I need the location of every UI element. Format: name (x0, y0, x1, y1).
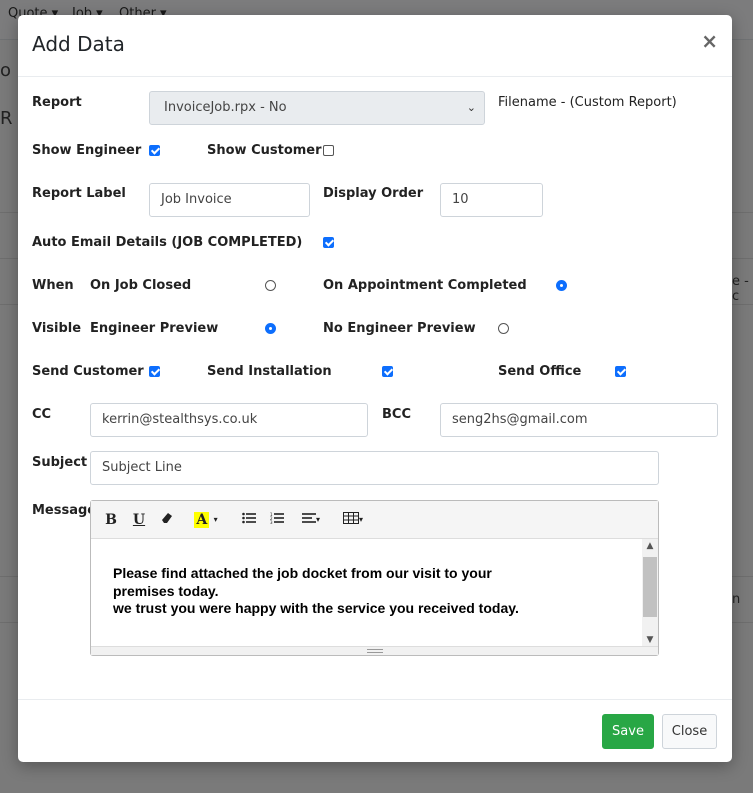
show-engineer-label: Show Engineer (32, 143, 142, 158)
message-line: we trust you were happy with the service… (113, 600, 519, 616)
editor-resize-handle[interactable] (91, 646, 658, 655)
message-line: Please find attached the job docket from… (113, 565, 492, 581)
cc-input[interactable]: kerrin@stealthsys.co.uk (90, 403, 368, 437)
send-office-checkbox[interactable] (615, 366, 626, 377)
underline-icon[interactable]: U (129, 510, 149, 530)
subject-label: Subject (32, 455, 88, 470)
bcc-input[interactable]: seng2hs@gmail.com (440, 403, 718, 437)
report-label: Report (32, 95, 82, 110)
send-customer-checkbox[interactable] (149, 366, 160, 377)
report-select[interactable]: InvoiceJob.rpx - No ⌄ (149, 91, 485, 125)
report-label-label: Report Label (32, 186, 126, 201)
message-editor: B U A ▾ 123 ▾ ▾ Please find attached the… (90, 500, 659, 656)
show-customer-label: Show Customer (207, 143, 322, 158)
show-engineer-checkbox[interactable] (149, 145, 160, 156)
close-button[interactable]: Close (662, 714, 717, 749)
visible-no-engineer-preview-label: No Engineer Preview (323, 321, 476, 336)
message-body[interactable]: Please find attached the job docket from… (91, 539, 642, 647)
when-on-job-closed-label: On Job Closed (90, 278, 192, 293)
when-on-appointment-completed-label: On Appointment Completed (323, 278, 527, 293)
scroll-up-icon[interactable]: ▲ (642, 541, 658, 551)
align-icon[interactable]: ▾ (297, 510, 325, 530)
cc-label: CC (32, 407, 52, 422)
message-scrollbar[interactable]: ▲ ▼ (642, 539, 658, 647)
show-customer-checkbox[interactable] (323, 145, 334, 156)
resize-grip-icon (367, 649, 383, 653)
visible-no-engineer-preview-radio[interactable] (498, 323, 509, 334)
editor-toolbar: B U A ▾ 123 ▾ ▾ (91, 501, 658, 539)
display-order-label: Display Order (323, 186, 424, 201)
numbered-list-icon[interactable]: 123 (267, 510, 287, 530)
modal-header: Add Data × (18, 15, 732, 77)
filename-text: Filename - (Custom Report) (498, 95, 677, 110)
message-label: Message (32, 503, 97, 518)
report-select-value: InvoiceJob.rpx - No (164, 100, 287, 115)
close-icon[interactable]: × (701, 31, 718, 51)
display-order-input[interactable]: 10 (440, 183, 543, 217)
visible-engineer-preview-label: Engineer Preview (90, 321, 219, 336)
bcc-label: BCC (382, 407, 411, 422)
send-customer-label: Send Customer (32, 364, 144, 379)
when-on-job-closed-radio[interactable] (265, 280, 276, 291)
visible-engineer-preview-radio[interactable] (265, 323, 276, 334)
visible-label: Visible (32, 321, 82, 336)
svg-text:3: 3 (270, 520, 273, 524)
chevron-down-icon: ⌄ (466, 101, 476, 114)
send-installation-label: Send Installation (207, 364, 332, 379)
message-line: premises today. (113, 582, 219, 599)
scrollbar-thumb[interactable] (643, 557, 657, 617)
table-icon[interactable]: ▾ (339, 510, 367, 530)
bold-icon[interactable]: B (101, 510, 121, 530)
send-office-label: Send Office (498, 364, 582, 379)
add-data-modal: Add Data × Report InvoiceJob.rpx - No ⌄ … (18, 15, 732, 762)
scroll-down-icon[interactable]: ▼ (642, 635, 658, 645)
auto-email-label: Auto Email Details (JOB COMPLETED) (32, 235, 303, 250)
modal-title: Add Data (32, 32, 125, 56)
eraser-icon[interactable] (157, 510, 177, 530)
when-label: When (32, 278, 74, 293)
save-button[interactable]: Save (602, 714, 654, 749)
highlight-icon[interactable]: A ▾ (189, 510, 223, 530)
subject-input[interactable]: Subject Line (90, 451, 659, 485)
report-label-input[interactable]: Job Invoice (149, 183, 310, 217)
send-installation-checkbox[interactable] (382, 366, 393, 377)
auto-email-checkbox[interactable] (323, 237, 334, 248)
bulleted-list-icon[interactable] (239, 510, 259, 530)
when-on-appointment-completed-radio[interactable] (556, 280, 567, 291)
